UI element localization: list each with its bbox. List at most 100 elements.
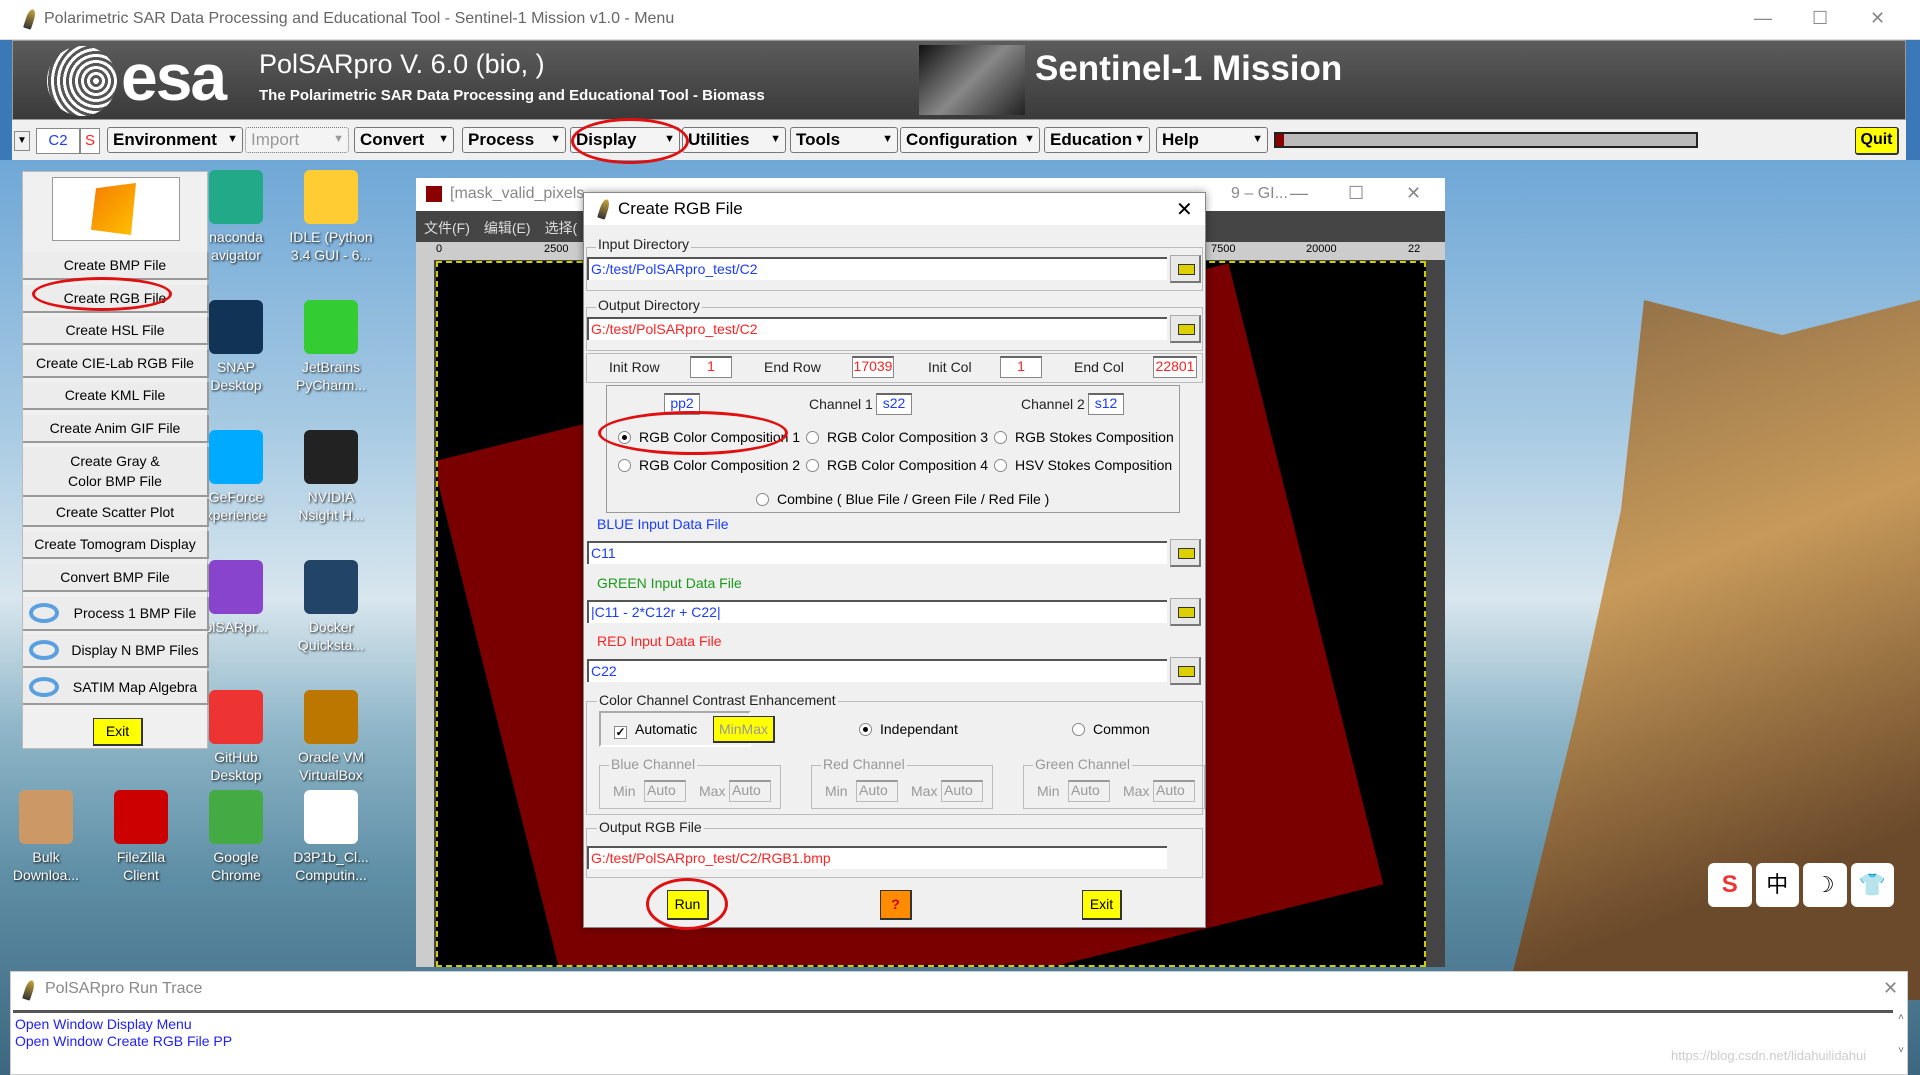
- dropdown-arrow-icon: ▼: [1134, 133, 1145, 145]
- menu-item[interactable]: Create CIE-Lab RGB File: [23, 350, 209, 378]
- dropdown-arrow-icon[interactable]: ▼: [14, 131, 30, 151]
- channel-max-field[interactable]: Auto: [1153, 780, 1195, 802]
- folder-icon: [1178, 264, 1195, 275]
- end-col-label: End Col: [1074, 359, 1124, 375]
- maximize-button[interactable]: ☐: [1812, 8, 1828, 29]
- menu-convert[interactable]: Convert ▼: [354, 127, 454, 153]
- output-dir-browse-button[interactable]: [1170, 315, 1201, 343]
- desktop-icon[interactable]: Google Chrome: [190, 790, 282, 884]
- menu-process[interactable]: Process ▼: [462, 127, 566, 153]
- red-file-field[interactable]: C22: [587, 659, 1167, 682]
- menu-tools[interactable]: Tools ▼: [790, 127, 898, 153]
- desktop-icon[interactable]: Bulk Downloa...: [0, 790, 92, 884]
- blue-file-field[interactable]: C11: [587, 541, 1167, 564]
- desktop-icon[interactable]: IDLE (Python 3.4 GUI - 6...: [285, 170, 377, 264]
- menu-configuration[interactable]: Configuration ▼: [900, 127, 1040, 153]
- red-file-browse-button[interactable]: [1170, 657, 1201, 685]
- menu-item[interactable]: Display N BMP Files: [23, 634, 209, 668]
- combine-radio[interactable]: Combine ( Blue File / Green File / Red F…: [756, 491, 1049, 507]
- composition-radio[interactable]: RGB Color Composition 2: [618, 457, 800, 473]
- chinese-input-icon[interactable]: 中: [1755, 863, 1799, 907]
- end-col-field[interactable]: 22801: [1153, 356, 1197, 378]
- help-button[interactable]: ?: [880, 890, 912, 920]
- green-file-browse-button[interactable]: [1170, 598, 1201, 626]
- gimp-menu-item[interactable]: 编辑(E): [484, 218, 531, 238]
- gimp-maximize-button[interactable]: ☐: [1348, 183, 1364, 204]
- desktop-icon[interactable]: FileZilla Client: [95, 790, 187, 884]
- minmax-button[interactable]: MinMax: [713, 716, 775, 743]
- composition-radio[interactable]: HSV Stokes Composition: [994, 457, 1172, 473]
- desktop-icon[interactable]: NVIDIA Nsight H...: [285, 430, 377, 524]
- menu-item[interactable]: Create Scatter Plot: [23, 499, 209, 527]
- gimp-vertical-ruler: [416, 260, 434, 967]
- menu-item[interactable]: SATIM Map Algebra: [23, 671, 209, 705]
- radio-icon: [618, 459, 631, 472]
- app-icon: [304, 560, 358, 614]
- menu-exit-button[interactable]: Exit: [93, 718, 143, 746]
- moon-icon[interactable]: ☽: [1803, 863, 1847, 907]
- gimp-close-button[interactable]: ✕: [1406, 183, 1421, 204]
- menu-help[interactable]: Help ▼: [1156, 127, 1268, 153]
- dialog-exit-button[interactable]: Exit: [1082, 890, 1122, 920]
- menu-import[interactable]: Import ▼: [245, 127, 349, 153]
- input-dir-field[interactable]: G:/test/PolSARpro_test/C2: [587, 257, 1167, 280]
- trace-close-button[interactable]: ✕: [1883, 978, 1898, 999]
- composition-radio[interactable]: RGB Stokes Composition: [994, 429, 1174, 445]
- automatic-checkbox[interactable]: ✓ Automatic: [614, 721, 697, 739]
- menu-item[interactable]: Create KML File: [23, 382, 209, 410]
- desktop-icon[interactable]: JetBrains PyCharm...: [285, 300, 377, 394]
- trace-line: Open Window Create RGB File PP: [15, 1033, 233, 1049]
- quit-button[interactable]: Quit: [1855, 127, 1899, 155]
- trace-title: PolSARpro Run Trace: [45, 980, 203, 997]
- desktop-icon[interactable]: Docker Quicksta...: [285, 560, 377, 654]
- menu-item[interactable]: Process 1 BMP File: [23, 597, 209, 631]
- menu-item[interactable]: Create Gray & Color BMP File: [23, 447, 209, 497]
- menu-item[interactable]: Convert BMP File: [23, 564, 209, 592]
- desktop-icon[interactable]: Oracle VM VirtualBox: [285, 690, 377, 784]
- radio-label: Combine ( Blue File / Green File / Red F…: [777, 491, 1050, 507]
- desktop-icon[interactable]: D3P1b_Cl... Computin...: [285, 790, 377, 884]
- green-file-field[interactable]: |C11 - 2*C12r + C22|: [587, 600, 1167, 623]
- shirt-icon[interactable]: 👕: [1850, 863, 1894, 907]
- checkbox-icon: ✓: [614, 725, 627, 739]
- gimp-minimize-button[interactable]: —: [1290, 183, 1308, 204]
- menu-item[interactable]: Create Anim GIF File: [23, 415, 209, 443]
- channel-min-field[interactable]: Auto: [644, 780, 686, 802]
- composition-radio[interactable]: RGB Color Composition 3: [806, 429, 988, 445]
- channel-label: Blue Channel: [609, 756, 698, 772]
- end-row-field[interactable]: 17039: [852, 356, 894, 378]
- init-row-field[interactable]: 1: [690, 356, 732, 378]
- blue-file-browse-button[interactable]: [1170, 539, 1201, 567]
- output-rgb-field[interactable]: G:/test/PolSARpro_test/C2/RGB1.bmp: [587, 846, 1167, 869]
- output-rgb-label: Output RGB File: [597, 819, 704, 835]
- trace-scrollbar[interactable]: ˄ ˅: [1895, 1012, 1907, 1074]
- mode-field[interactable]: C2: [36, 128, 80, 154]
- gimp-menu-item[interactable]: 选择(: [545, 218, 578, 238]
- close-button[interactable]: ✕: [1870, 8, 1885, 29]
- menu-item[interactable]: Create HSL File: [23, 317, 209, 345]
- channel-min-field[interactable]: Auto: [1068, 780, 1110, 802]
- dialog-close-button[interactable]: ✕: [1176, 197, 1193, 222]
- composition-radio[interactable]: RGB Color Composition 4: [806, 457, 988, 473]
- desktop-icon-label: FileZilla Client: [116, 849, 166, 883]
- product-name: PolSARpro V. 6.0 (bio, ): [259, 49, 545, 79]
- gimp-menu-item[interactable]: 文件(F): [424, 218, 470, 238]
- app-icon: [304, 790, 358, 844]
- menu-environment[interactable]: Environment ▼: [107, 127, 243, 153]
- common-radio[interactable]: Common: [1072, 721, 1150, 737]
- channel-max-field[interactable]: Auto: [941, 780, 983, 802]
- menu-item[interactable]: Create BMP File: [23, 252, 209, 280]
- input-dir-browse-button[interactable]: [1170, 255, 1201, 283]
- radio-label: Common: [1093, 721, 1150, 737]
- max-label: Max: [911, 783, 938, 799]
- sogou-icon[interactable]: S: [1708, 863, 1752, 907]
- output-dir-field[interactable]: G:/test/PolSARpro_test/C2: [587, 317, 1167, 340]
- menu-education[interactable]: Education ▼: [1044, 127, 1150, 153]
- init-col-field[interactable]: 1: [1000, 356, 1042, 378]
- menu-utilities[interactable]: Utilities ▼: [682, 127, 786, 153]
- channel-min-field[interactable]: Auto: [856, 780, 898, 802]
- channel-max-field[interactable]: Auto: [729, 780, 771, 802]
- minimize-button[interactable]: —: [1754, 8, 1772, 29]
- menu-item[interactable]: Create Tomogram Display: [23, 531, 209, 559]
- independant-radio[interactable]: Independant: [859, 721, 958, 737]
